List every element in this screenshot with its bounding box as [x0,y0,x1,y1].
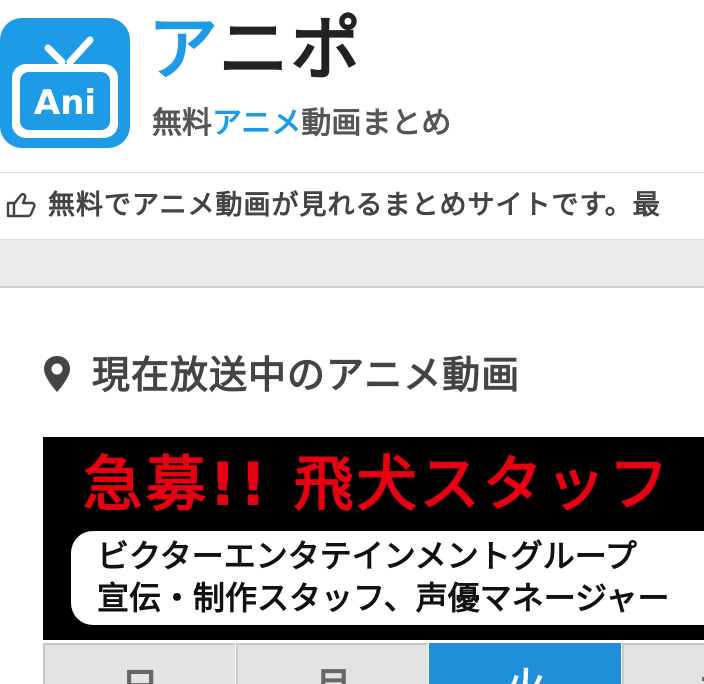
tab-label: 火 [507,645,545,684]
thumbs-up-icon [6,193,36,218]
day-tabs: 日 月 火 水 [43,643,704,684]
banner-line-2: 宣伝・制作スタッフ、声優マネージャー [97,579,670,617]
banner-line-1: ビクターエンタテインメントグループ [97,537,637,575]
site-subtitle: 無料アニメ動画まとめ [152,104,451,144]
tab-label: 日 [121,645,159,684]
tab-tuesday[interactable]: 火 [429,643,621,684]
recruit-banner[interactable]: 急募!! 飛犬スタッフ ビクターエンタテインメントグループ 宣伝・制作スタッフ、… [43,437,704,640]
logo-icon-text: Ani [34,83,96,123]
notice-text: 無料でアニメ動画が見れるまとめサイトです。最 [48,190,661,221]
tab-label: 月 [314,645,352,684]
site-title-part2: ニポ [218,8,363,90]
site-subtitle-part3: 動画まとめ [301,106,452,141]
notice-bar: 無料でアニメ動画が見れるまとめサイトです。最 [0,172,704,240]
site-title-part1: ア [148,8,219,90]
section-title: 現在放送中のアニメ動画 [92,353,521,397]
tab-label: 水 [700,645,704,684]
tab-monday[interactable]: 月 [236,643,428,684]
tab-wednesday[interactable]: 水 [622,643,704,684]
site-subtitle-part1: 無料 [152,106,212,141]
site-title[interactable]: アニポ [148,2,363,96]
map-pin-icon [44,356,70,392]
tv-logo-icon[interactable]: Ani [0,16,132,150]
tab-sunday[interactable]: 日 [43,643,235,684]
site-header: Ani アニポ 無料アニメ動画まとめ [0,0,704,172]
nav-bar [0,240,704,288]
site-subtitle-part2: アニメ [212,106,302,141]
banner-headline: 急募!! 飛犬スタッフ [83,450,672,520]
